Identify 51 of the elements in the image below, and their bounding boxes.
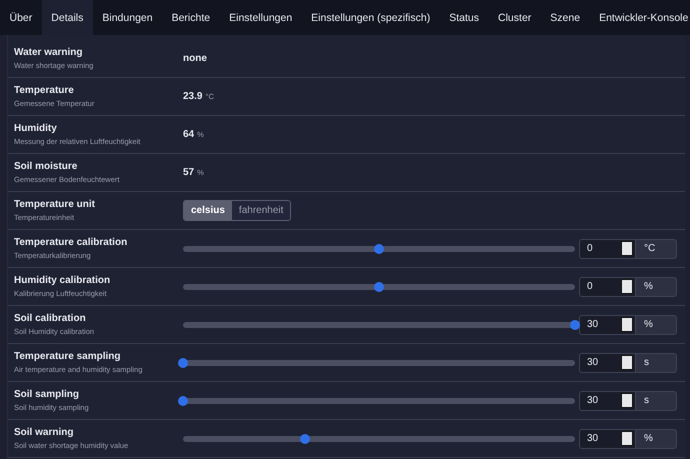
setting-name: Soil warning xyxy=(14,427,74,438)
spinner-icon[interactable] xyxy=(621,317,633,332)
slider-thumb[interactable] xyxy=(178,396,188,406)
tab[interactable]: Einstellungen xyxy=(220,0,302,35)
unit-label: % xyxy=(636,276,677,296)
tab[interactable]: Szene xyxy=(540,0,590,35)
number-field[interactable]: 30 xyxy=(579,390,636,410)
setting-name: Soil moisture xyxy=(14,161,78,172)
slider-thumb[interactable] xyxy=(178,358,188,368)
unit-label: % xyxy=(636,428,677,448)
unit-label: % xyxy=(636,314,677,334)
setting-name: Soil sampling xyxy=(14,389,80,400)
unit-label: s xyxy=(636,352,677,372)
number-field[interactable]: 30 xyxy=(579,352,636,372)
setting-name: Temperature sampling xyxy=(14,351,122,362)
slider-thumb[interactable] xyxy=(374,282,384,292)
reading-value: 23.9 xyxy=(183,91,202,102)
setting-name: Temperature calibration xyxy=(14,237,128,248)
reading-value: none xyxy=(183,53,207,64)
setting-name: Humidity calibration xyxy=(14,275,112,286)
tab[interactable]: Cluster xyxy=(488,0,541,35)
tab[interactable]: Berichte xyxy=(162,0,220,35)
setting-name: Soil calibration xyxy=(14,313,87,324)
tab[interactable]: Details xyxy=(42,0,93,35)
reading-value: 64 xyxy=(183,129,194,140)
number-field[interactable]: 0 xyxy=(579,238,636,258)
tab[interactable]: Status xyxy=(440,0,489,35)
spinner-icon[interactable] xyxy=(621,241,633,256)
slider-thumb[interactable] xyxy=(570,320,580,330)
slider-thumb[interactable] xyxy=(374,244,384,254)
setting-name: Temperature unit xyxy=(14,199,96,210)
tab[interactable]: Über xyxy=(0,0,42,35)
number-field[interactable]: 30 xyxy=(579,314,636,334)
reading-value: 57 xyxy=(183,167,194,178)
spinner-icon[interactable] xyxy=(621,279,633,294)
spinner-icon[interactable] xyxy=(621,393,633,408)
number-field[interactable]: 0 xyxy=(579,276,636,296)
setting-name: Water warning xyxy=(14,47,84,58)
spinner-icon[interactable] xyxy=(621,355,633,370)
unit-label: °C xyxy=(636,238,677,258)
number-field[interactable]: 30 xyxy=(579,428,636,448)
unit-label: s xyxy=(636,390,677,410)
tab[interactable]: Bindungen xyxy=(92,0,162,35)
unit-option[interactable]: celsius xyxy=(184,201,232,220)
tab[interactable]: Einstellungen (spezifisch) xyxy=(302,0,440,35)
slider-thumb[interactable] xyxy=(300,434,310,444)
spinner-icon[interactable] xyxy=(621,431,633,446)
setting-name: Temperature xyxy=(14,85,75,96)
setting-name: Humidity xyxy=(14,123,58,134)
unit-option[interactable]: fahrenheit xyxy=(232,201,290,220)
tab[interactable]: Entwickler-Konsole xyxy=(590,0,690,35)
